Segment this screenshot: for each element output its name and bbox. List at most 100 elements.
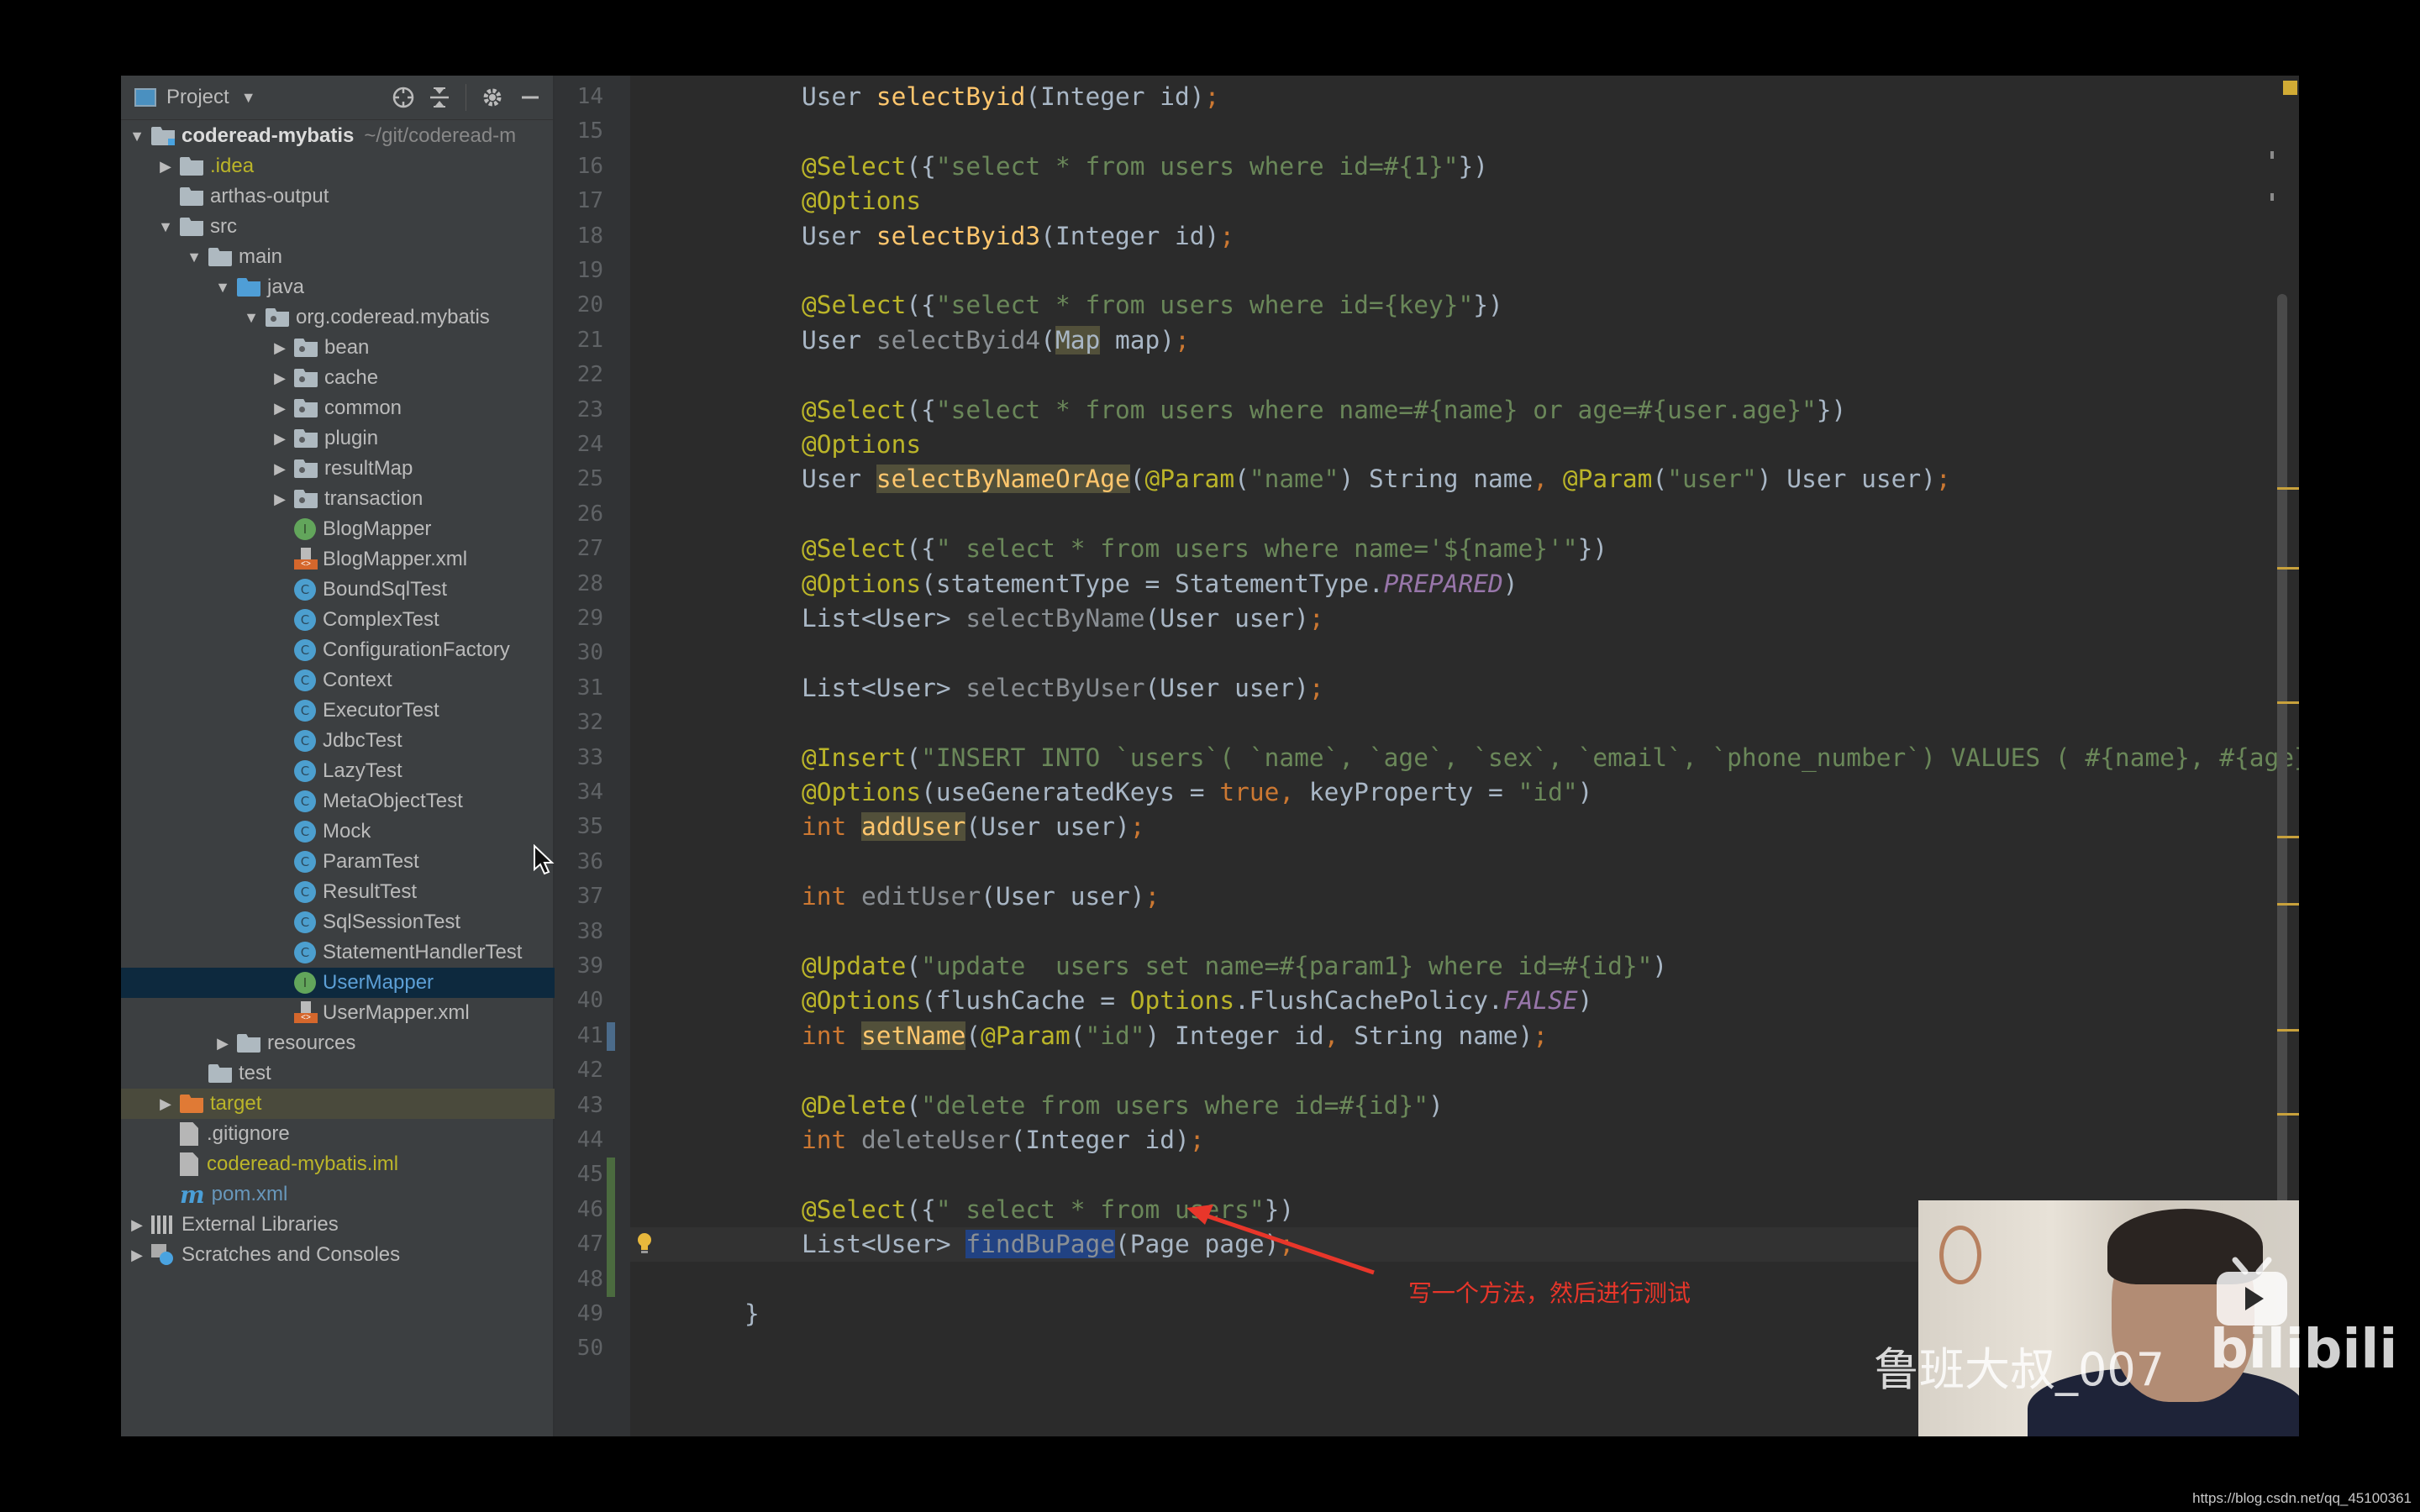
collapsed-arrow-icon[interactable]: ▶ [271, 430, 289, 448]
code-token: String name) [1354, 1021, 1534, 1050]
class-icon: C [294, 851, 316, 873]
locate-icon[interactable] [392, 76, 415, 119]
tree-item[interactable]: ▼ main [121, 242, 617, 272]
code-token: ({ [906, 1194, 936, 1224]
code-line[interactable]: @Options [802, 428, 921, 462]
tree-item[interactable]: .gitignore [121, 1119, 588, 1149]
expanded-arrow-icon[interactable]: ▼ [156, 218, 175, 236]
collapsed-arrow-icon[interactable]: ▶ [213, 1035, 232, 1053]
line-number: 40 [576, 988, 603, 1014]
code-line[interactable]: User selectByid4(Map map); [802, 323, 1190, 358]
code-line[interactable]: int setName(@Param("id") Integer id, Str… [802, 1019, 1548, 1053]
warning-stripe-mark[interactable] [2277, 701, 2299, 704]
line-number: 45 [576, 1162, 603, 1188]
warning-stripe-mark[interactable] [2277, 836, 2299, 838]
code-line[interactable]: int deleteUser(Integer id); [802, 1123, 1205, 1158]
folder-icon [180, 187, 203, 206]
code-line[interactable]: @Select({"select * from users where name… [802, 393, 1846, 428]
code-line[interactable]: @Options(flushCache = Options.FlushCache… [802, 984, 1592, 1018]
tree-item[interactable]: m pom.xml [121, 1179, 588, 1210]
code-token: ({ [906, 151, 936, 181]
line-number: 48 [576, 1266, 603, 1292]
tree-item[interactable]: coderead-mybatis.iml [121, 1149, 588, 1179]
code-line[interactable]: @Options(statementType = StatementType.P… [802, 567, 1518, 601]
code-line[interactable]: @Select({"select * from users where id={… [802, 288, 1503, 323]
collapsed-arrow-icon[interactable]: ▶ [156, 158, 175, 176]
line-number: 46 [576, 1196, 603, 1222]
code-token: ( [906, 743, 922, 772]
inspection-warning-indicator[interactable] [2283, 81, 2297, 95]
info-stripe-mark[interactable] [2270, 151, 2274, 159]
code-token: true, [1219, 778, 1309, 806]
tree-item[interactable]: ▶ External Libraries [121, 1210, 560, 1240]
code-token: }) [1816, 395, 1847, 424]
code-token: keyProperty = [1308, 778, 1518, 806]
code-line[interactable]: List<User> selectByName(User user); [802, 601, 1324, 636]
code-line[interactable]: @Delete("delete from users where id=#{id… [802, 1089, 1444, 1123]
code-token: ; [1175, 325, 1190, 354]
intention-bulb-icon[interactable] [637, 1232, 652, 1254]
line-number: 30 [576, 640, 603, 666]
line-number: 25 [576, 466, 603, 492]
tree-item[interactable]: ▼ src [121, 212, 588, 242]
tree-item-label: arthas-output [210, 185, 329, 207]
gear-icon[interactable] [481, 76, 504, 119]
code-line[interactable]: @Options(useGeneratedKeys = true, keyPro… [802, 775, 1592, 810]
code-token: (Integer id) [1040, 221, 1220, 250]
code-line[interactable]: List<User> selectByUser(User user); [802, 671, 1324, 706]
code-line[interactable]: User selectByid3(Integer id); [802, 219, 1234, 254]
code-token: @Param [981, 1021, 1071, 1050]
expanded-arrow-icon[interactable]: ▼ [185, 249, 203, 266]
interface-icon: I [294, 972, 316, 994]
info-stripe-mark[interactable] [2270, 193, 2274, 201]
folder-icon [208, 248, 232, 266]
code-line[interactable]: } [744, 1297, 760, 1331]
collapsed-arrow-icon[interactable]: ▶ [128, 1216, 146, 1234]
tree-item[interactable]: ▼ coderead-mybatis ~/git/coderead-m [121, 121, 560, 151]
tree-item[interactable]: ▶ target [121, 1089, 588, 1119]
code-token: ( [906, 1090, 922, 1120]
warning-stripe-mark[interactable] [2277, 487, 2299, 490]
code-line[interactable]: @Insert("INSERT INTO `users`( `name`, `a… [802, 741, 2299, 775]
code-line[interactable]: @Select({" select * from users where nam… [802, 532, 1607, 566]
modified-line-marker[interactable] [607, 1021, 615, 1051]
tree-item[interactable]: ▶ .idea [121, 151, 588, 181]
warning-stripe-mark[interactable] [2277, 903, 2299, 906]
minimize-icon[interactable] [521, 76, 539, 119]
code-line[interactable]: User selectByid(Integer id); [802, 80, 1219, 114]
warning-stripe-mark[interactable] [2277, 1029, 2299, 1032]
tree-item-label: pom.xml [211, 1183, 288, 1205]
code-line[interactable]: int editUser(User user); [802, 879, 1160, 914]
tree-item-label: resources [267, 1032, 356, 1054]
collapsed-arrow-icon[interactable]: ▶ [128, 1247, 146, 1264]
tree-item[interactable]: ▶ Scratches and Consoles [121, 1240, 560, 1270]
code-line[interactable]: User selectByNameOrAge(@Param("name") St… [802, 462, 1951, 496]
tree-item-label: SqlSessionTest [323, 911, 461, 933]
project-view-selector[interactable]: Project ▼ [134, 76, 256, 119]
code-line[interactable]: @Options [802, 184, 921, 218]
collapsed-arrow-icon[interactable]: ▶ [156, 1095, 175, 1113]
project-panel-header: Project ▼ [121, 76, 553, 120]
warning-stripe-mark[interactable] [2277, 567, 2299, 570]
expanded-arrow-icon[interactable]: ▼ [128, 128, 146, 145]
line-number: 50 [576, 1336, 603, 1362]
collapsed-arrow-icon[interactable]: ▶ [271, 460, 289, 478]
collapse-all-icon[interactable] [429, 76, 450, 119]
tree-item[interactable]: test [121, 1058, 617, 1089]
collapsed-arrow-icon[interactable]: ▶ [271, 491, 289, 508]
added-lines-marker[interactable] [607, 1158, 615, 1297]
code-token: User [802, 465, 876, 494]
warning-stripe-mark[interactable] [2277, 1113, 2299, 1116]
code-line[interactable]: int addUser(User user); [802, 810, 1145, 844]
collapsed-arrow-icon[interactable]: ▶ [271, 370, 289, 387]
collapsed-arrow-icon[interactable]: ▶ [271, 400, 289, 417]
expanded-arrow-icon[interactable]: ▼ [213, 279, 232, 297]
package-icon [294, 429, 318, 448]
folder-icon [180, 1095, 203, 1113]
tree-item-label: UserMapper [323, 971, 434, 994]
code-line[interactable]: @Update("update users set name=#{param1}… [802, 949, 1667, 984]
expanded-arrow-icon[interactable]: ▼ [242, 309, 260, 327]
tree-item[interactable]: arthas-output [121, 181, 588, 212]
collapsed-arrow-icon[interactable]: ▶ [271, 339, 289, 357]
code-line[interactable]: @Select({"select * from users where id=#… [802, 150, 1488, 184]
